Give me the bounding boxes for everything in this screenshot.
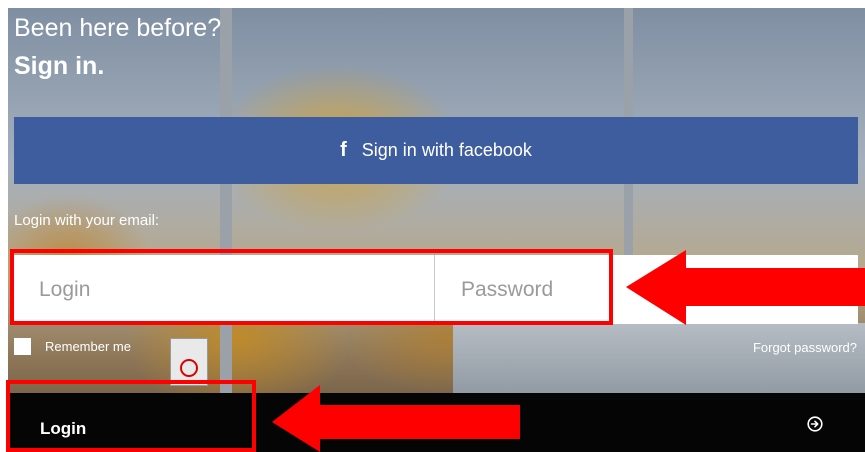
arrow-left-icon [626, 250, 865, 325]
facebook-f-icon: f [340, 139, 347, 161]
facebook-signin-button[interactable]: f Sign in with facebook [14, 117, 858, 184]
page-title: Sign in. [14, 52, 105, 80]
facebook-signin-label: Sign in with facebook [361, 140, 532, 160]
arrow-left-icon [272, 385, 520, 452]
no-smoking-sign [170, 338, 208, 386]
inputs-highlight-box [10, 249, 613, 325]
heading-subtitle: Been here before? [14, 14, 222, 42]
login-highlight-box [6, 380, 256, 452]
remember-me[interactable]: Remember me [14, 338, 131, 355]
forgot-password-link[interactable]: Forgot password? [753, 340, 857, 355]
remember-me-checkbox[interactable] [14, 338, 31, 355]
remember-me-label: Remember me [45, 339, 131, 354]
arrow-circle-right-icon [807, 416, 823, 432]
email-login-label: Login with your email: [14, 212, 160, 229]
